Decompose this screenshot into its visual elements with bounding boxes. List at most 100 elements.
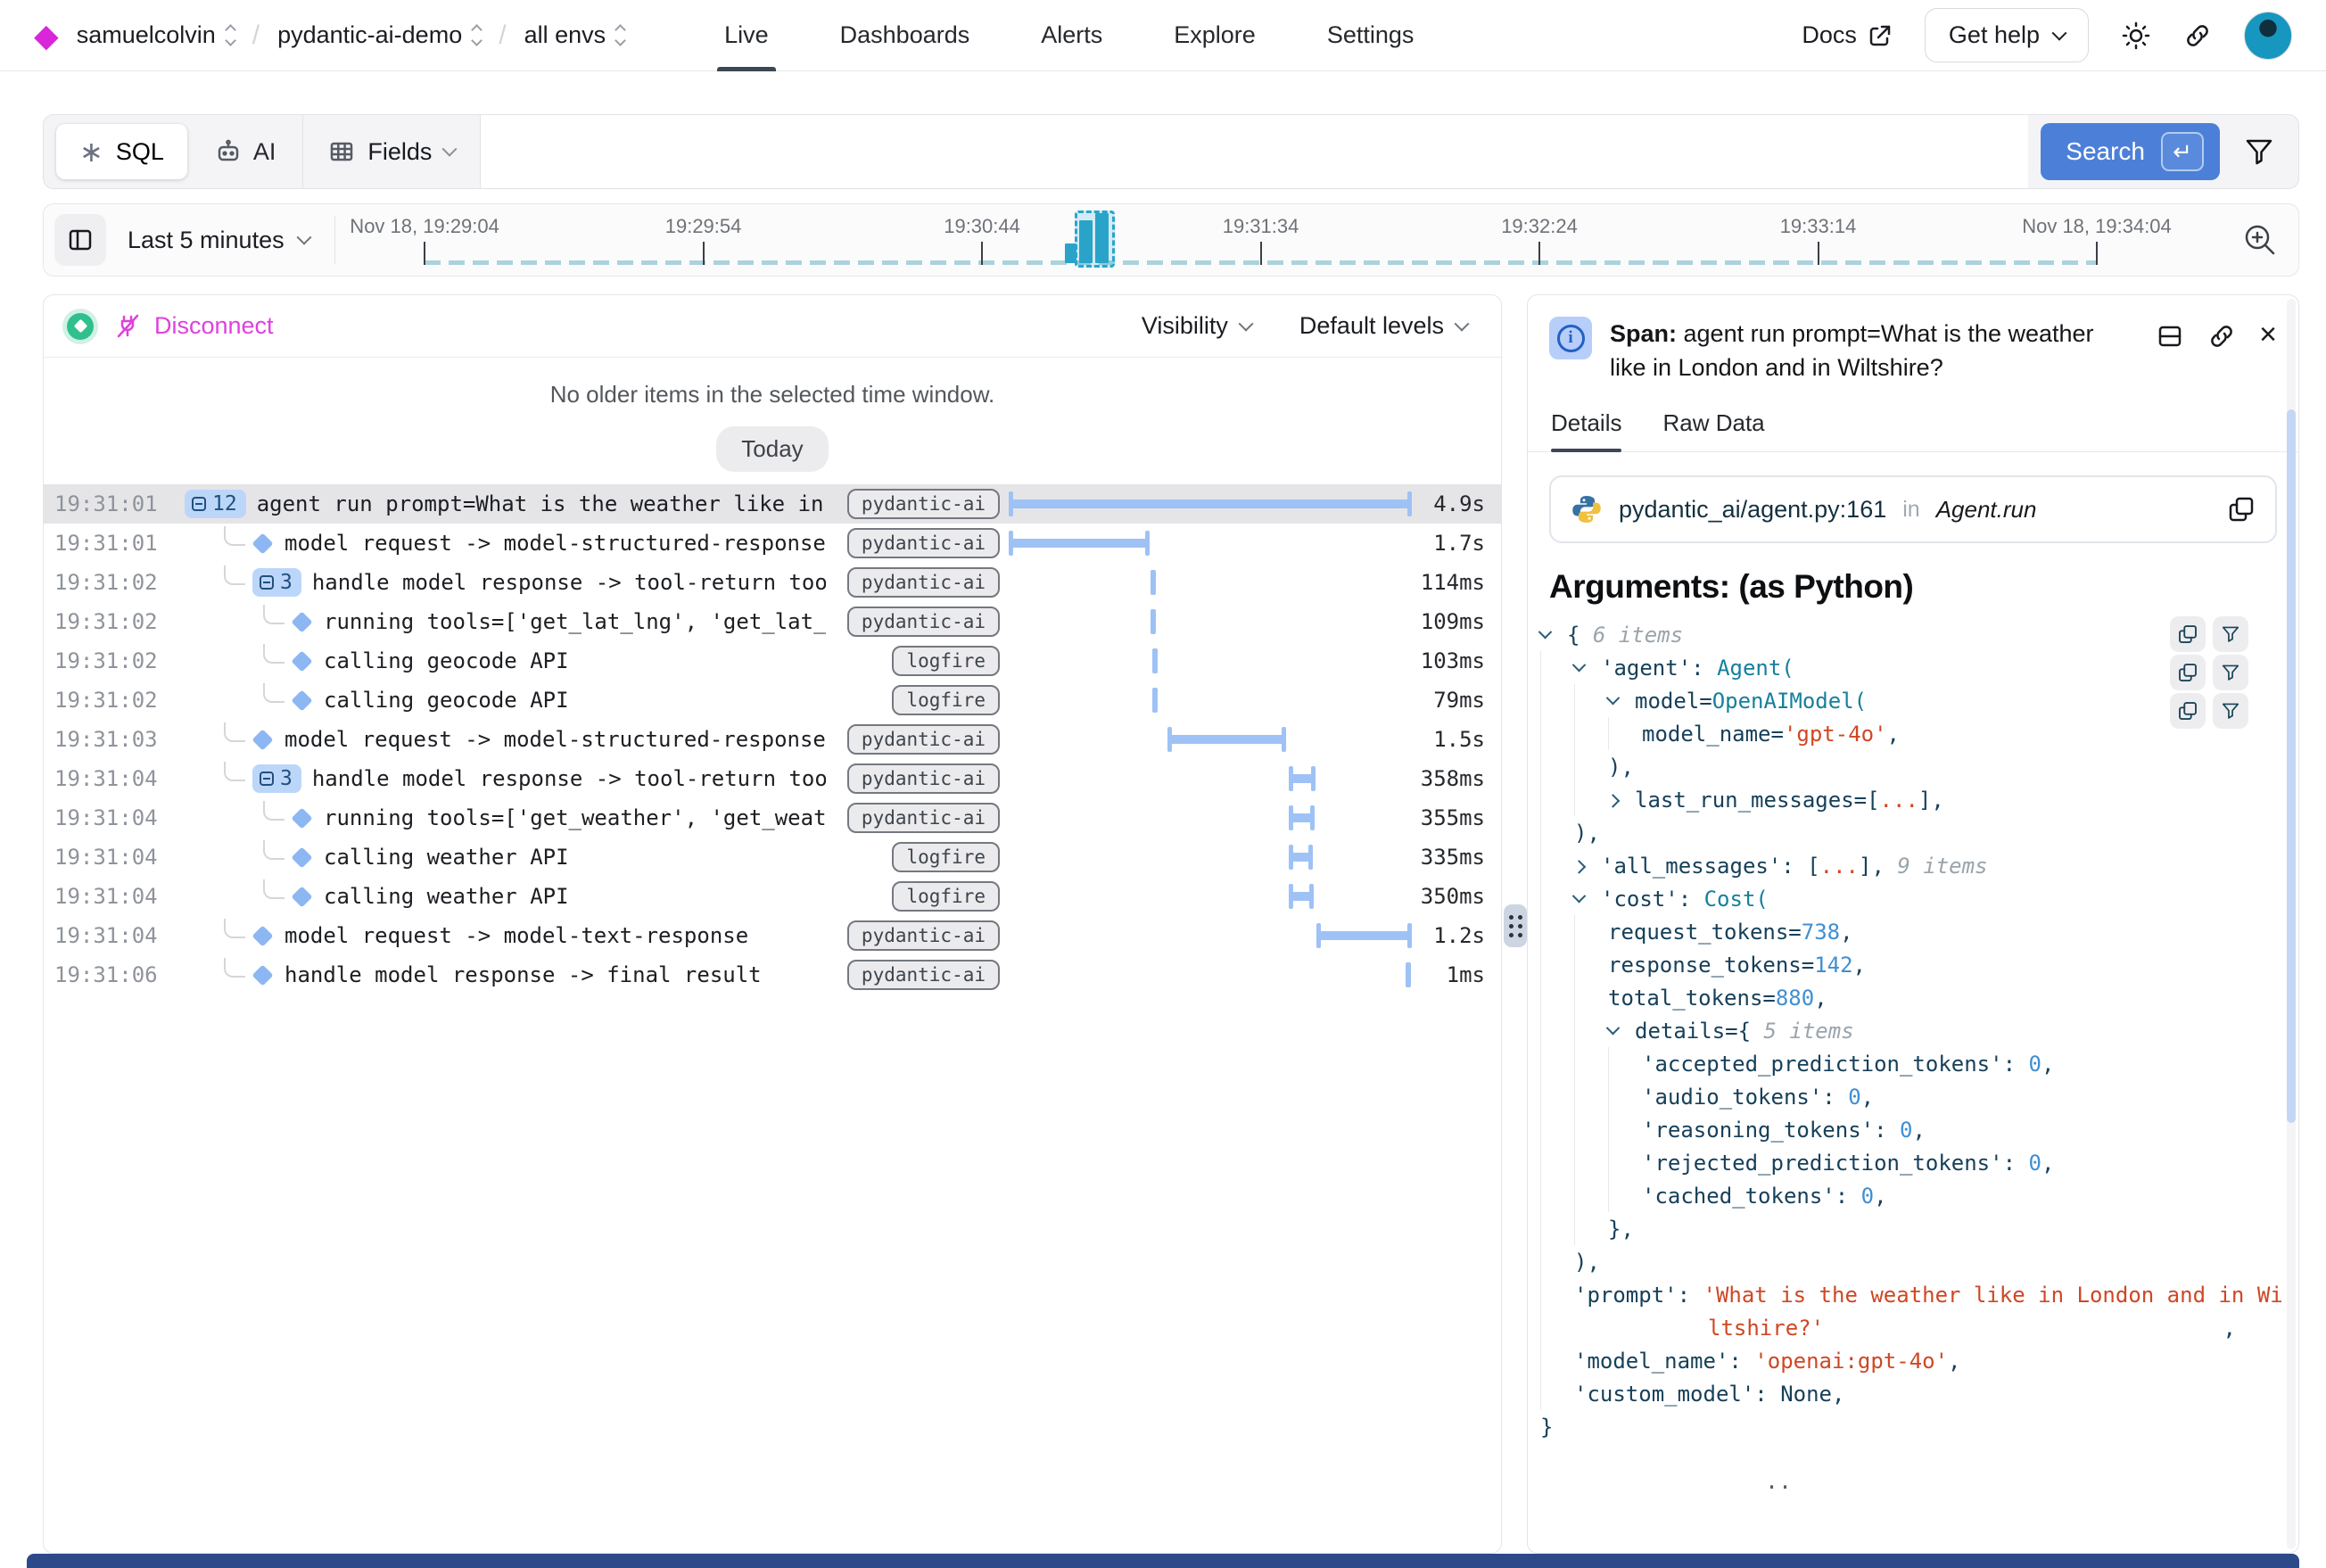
code-token: : bbox=[1728, 1349, 1754, 1374]
docs-link[interactable]: Docs bbox=[1802, 21, 1893, 49]
collapse-icon bbox=[260, 772, 274, 786]
chevron-down-icon[interactable] bbox=[1540, 630, 1567, 640]
source-location[interactable]: pydantic_ai/agent.py:161 in Agent.run bbox=[1549, 475, 2277, 543]
filter-button[interactable] bbox=[2213, 693, 2248, 729]
breadcrumb-item[interactable]: all envs bbox=[524, 21, 625, 49]
code-token: 'gpt-4o' bbox=[1784, 722, 1887, 747]
ai-mode-button[interactable]: AI bbox=[214, 137, 276, 166]
timeline-tick bbox=[1260, 242, 1262, 265]
panel-left-icon bbox=[66, 226, 95, 254]
tab-dashboards[interactable]: Dashboards bbox=[840, 0, 970, 71]
close-icon[interactable]: × bbox=[2259, 319, 2277, 350]
chevron-down-icon[interactable] bbox=[1608, 1026, 1635, 1036]
trace-row[interactable]: 19:31:06 handle model response -> final … bbox=[44, 955, 1501, 994]
copy-link-button[interactable] bbox=[2207, 322, 2236, 351]
info-icon: i bbox=[1549, 317, 1592, 359]
visibility-dropdown[interactable]: Visibility bbox=[1142, 312, 1251, 340]
detail-tab-raw-data[interactable]: Raw Data bbox=[1662, 409, 1764, 451]
collapse-badge[interactable]: 3 bbox=[252, 568, 301, 597]
indent-guide bbox=[1540, 1245, 1574, 1278]
code-token: 'cached_tokens' bbox=[1642, 1184, 1835, 1209]
trace-row[interactable]: 19:31:04 3 handle model response -> tool… bbox=[44, 759, 1501, 798]
detail-tabs: Details Raw Data bbox=[1528, 388, 2298, 452]
copy-button[interactable] bbox=[2170, 616, 2206, 652]
detail-tab-details[interactable]: Details bbox=[1551, 409, 1621, 451]
indent-guide bbox=[1540, 816, 1574, 849]
tab-live[interactable]: Live bbox=[724, 0, 769, 71]
user-avatar[interactable] bbox=[2244, 12, 2292, 60]
trace-row[interactable]: 19:31:04 running tools=['get_weather', '… bbox=[44, 798, 1501, 838]
code-token: Cost( bbox=[1704, 887, 1769, 912]
disconnect-button[interactable]: Disconnect bbox=[115, 312, 274, 340]
logfire-logo-icon[interactable]: ◆ bbox=[34, 20, 59, 52]
breadcrumb-item[interactable]: samuelcolvin bbox=[77, 21, 235, 49]
tab-alerts[interactable]: Alerts bbox=[1041, 0, 1102, 71]
default-levels-dropdown[interactable]: Default levels bbox=[1299, 312, 1467, 340]
time-range-dropdown[interactable]: Last 5 minutes bbox=[128, 227, 309, 254]
span-diamond-icon bbox=[252, 729, 273, 750]
copy-button[interactable] bbox=[2170, 655, 2206, 690]
code-token: ), bbox=[1574, 1250, 1600, 1275]
trace-row[interactable]: 19:31:01 12 agent run prompt=What is the… bbox=[44, 484, 1501, 524]
span-label: model request -> model-structured-respon… bbox=[285, 531, 826, 556]
trace-timestamp: 19:31:02 bbox=[44, 570, 161, 595]
tab-settings[interactable]: Settings bbox=[1327, 0, 1415, 71]
trace-tree-cell: model request -> model-structured-respon… bbox=[161, 720, 826, 759]
share-link-button[interactable] bbox=[2183, 21, 2212, 50]
indent-guide bbox=[1608, 1080, 1642, 1113]
theme-toggle-button[interactable] bbox=[2121, 21, 2151, 51]
collapsed-ellipsis[interactable]: .. bbox=[1765, 1468, 2298, 1494]
trace-row[interactable]: 19:31:04 calling weather API logfire 350… bbox=[44, 877, 1501, 916]
today-pill[interactable]: Today bbox=[716, 426, 828, 472]
collapse-badge[interactable]: 12 bbox=[185, 490, 246, 518]
timeline-tick bbox=[981, 242, 983, 265]
trace-row[interactable]: 19:31:02 3 handle model response -> tool… bbox=[44, 563, 1501, 602]
chevron-right-icon[interactable] bbox=[1608, 795, 1635, 805]
filter-button[interactable] bbox=[2243, 136, 2275, 168]
indent-guide bbox=[1574, 1014, 1608, 1047]
timeline-chart[interactable]: Nov 18, 19:29:0419:29:5419:30:4419:31:34… bbox=[335, 204, 2234, 276]
filter-button[interactable] bbox=[2213, 655, 2248, 690]
search-button[interactable]: Search ↵ bbox=[2041, 123, 2220, 180]
chevron-right-icon[interactable] bbox=[1574, 861, 1601, 871]
indent-guide bbox=[1574, 1146, 1608, 1179]
get-help-button[interactable]: Get help bbox=[1925, 8, 2089, 62]
chevron-down-icon[interactable] bbox=[1574, 663, 1601, 673]
chevron-down-icon[interactable] bbox=[1574, 894, 1601, 904]
collapse-badge[interactable]: 3 bbox=[252, 764, 301, 793]
sidebar-toggle-button[interactable] bbox=[54, 214, 106, 266]
span-label: model request -> model-text-response bbox=[285, 923, 748, 948]
trace-row[interactable]: 19:31:01 model request -> model-structur… bbox=[44, 524, 1501, 563]
trace-row[interactable]: 19:31:02 calling geocode API logfire 79m… bbox=[44, 681, 1501, 720]
code-token: 'cost' bbox=[1601, 887, 1679, 912]
code-token: , bbox=[1948, 1349, 1960, 1374]
trace-row[interactable]: 19:31:04 model request -> model-text-res… bbox=[44, 916, 1501, 955]
dock-panel-button[interactable] bbox=[2156, 322, 2184, 351]
timeline-tick-label: 19:29:54 bbox=[665, 215, 742, 238]
filter-button[interactable] bbox=[2213, 616, 2248, 652]
trace-row[interactable]: 19:31:03 model request -> model-structur… bbox=[44, 720, 1501, 759]
tag-cell: logfire bbox=[826, 646, 1009, 676]
copy-button[interactable] bbox=[2170, 693, 2206, 729]
panel-resize-handle[interactable] bbox=[1504, 904, 1527, 947]
bar-cell bbox=[1009, 641, 1412, 681]
sql-mode-button[interactable]: ∗ SQL bbox=[56, 124, 187, 179]
zoom-in-button[interactable] bbox=[2241, 221, 2279, 259]
indent-guide bbox=[1574, 684, 1608, 717]
trace-row[interactable]: 19:31:02 running tools=['get_lat_lng', '… bbox=[44, 602, 1501, 641]
histogram-selection[interactable] bbox=[1075, 210, 1115, 268]
trace-row[interactable]: 19:31:02 calling geocode API logfire 103… bbox=[44, 641, 1501, 681]
trace-row[interactable]: 19:31:04 calling weather API logfire 335… bbox=[44, 838, 1501, 877]
fields-dropdown[interactable]: Fields bbox=[302, 115, 481, 188]
search-input[interactable] bbox=[481, 115, 2028, 188]
breadcrumb-item[interactable]: pydantic-ai-demo bbox=[277, 21, 481, 49]
copy-source-button[interactable] bbox=[2227, 495, 2256, 524]
code-line: last_run_messages=[...], bbox=[1540, 783, 2298, 816]
chevron-down-icon[interactable] bbox=[1608, 696, 1635, 706]
duration-text: 335ms bbox=[1412, 845, 1501, 870]
indent-guide bbox=[1540, 981, 1574, 1014]
scrollbar-thumb[interactable] bbox=[2287, 409, 2296, 1123]
trace-timestamp: 19:31:04 bbox=[44, 884, 161, 909]
tab-explore[interactable]: Explore bbox=[1174, 0, 1256, 71]
horizontal-scrollbar[interactable] bbox=[27, 1554, 2299, 1568]
